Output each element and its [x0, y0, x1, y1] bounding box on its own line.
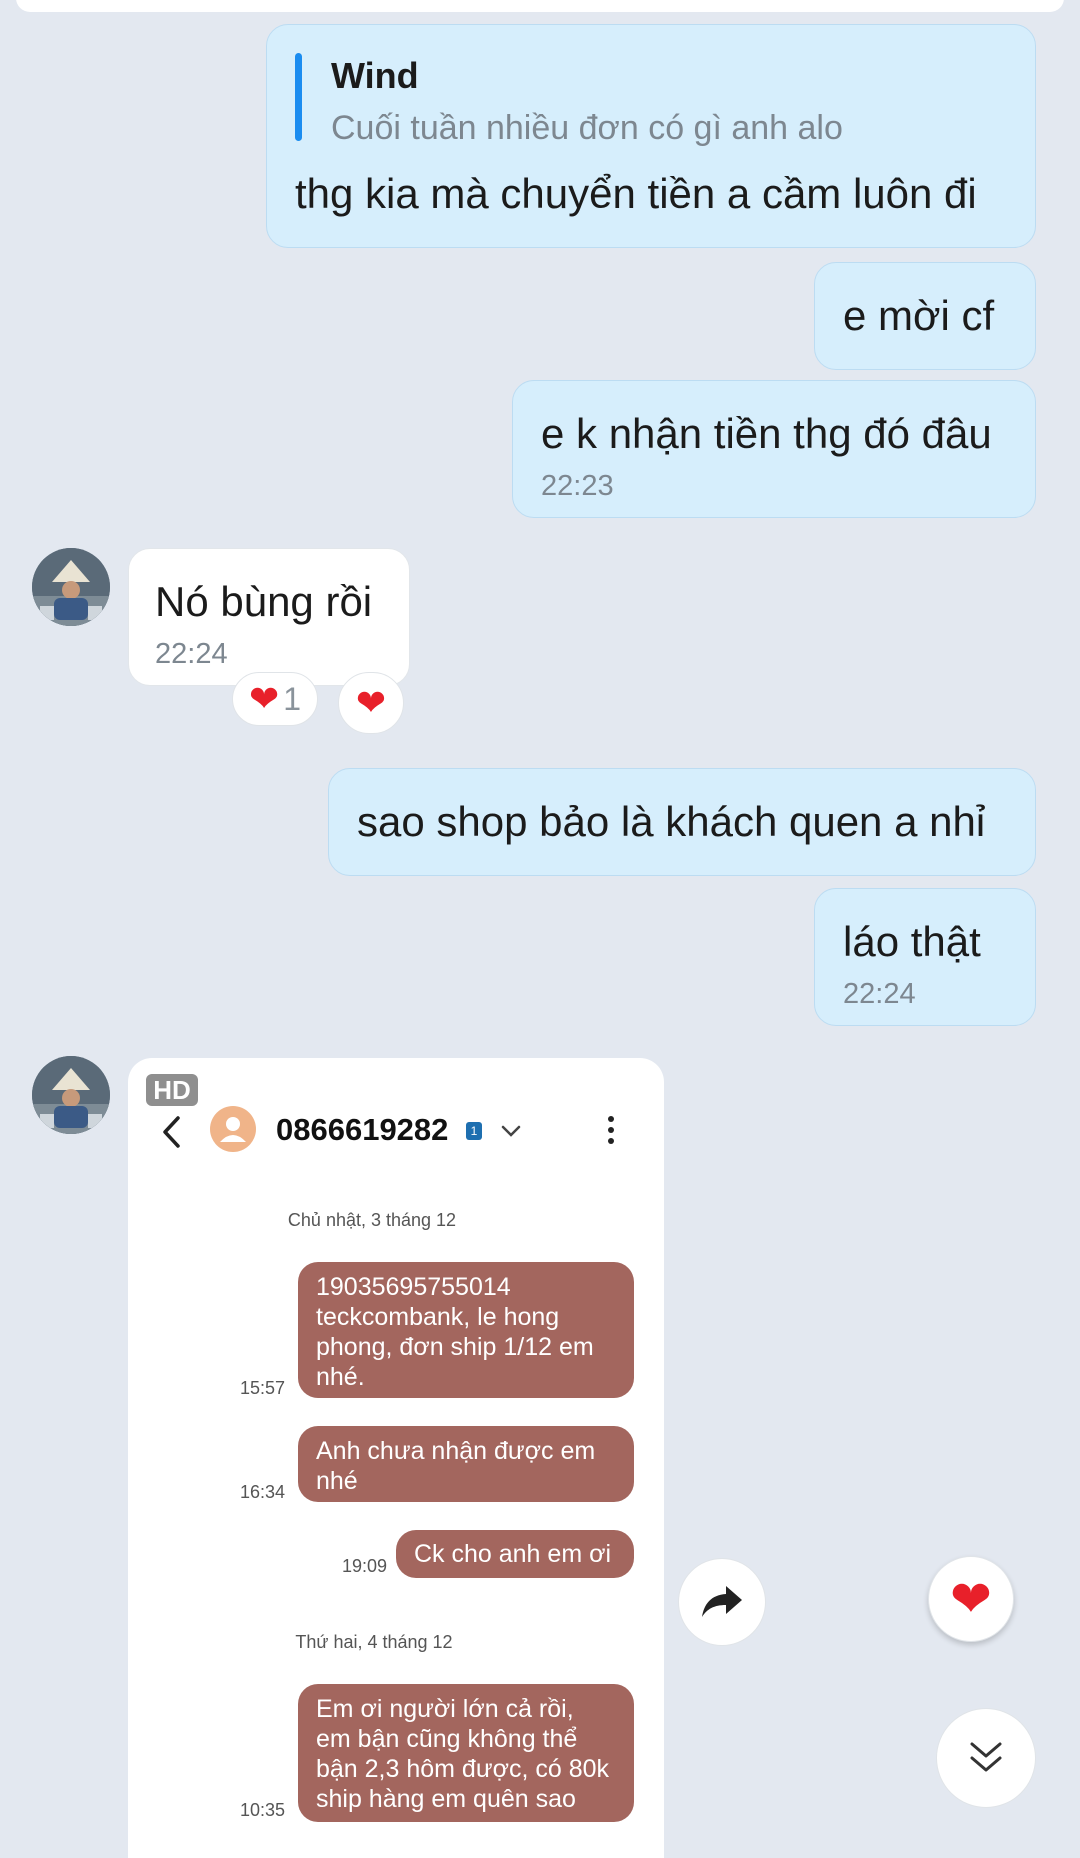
outgoing-message[interactable]: e mời cf [814, 262, 1036, 370]
message-text: thg kia mà chuyển tiền a cầm luôn đi [295, 170, 977, 217]
message-text: sao shop bảo là khách quen a nhỉ [357, 798, 986, 845]
avatar-image [32, 548, 110, 626]
forward-button[interactable] [678, 1558, 766, 1646]
message-time: 22:24 [155, 638, 228, 670]
message-text: e mời cf [843, 292, 995, 339]
quote-text: Cuối tuần nhiều đơn có gì anh alo [331, 109, 843, 147]
heart-icon: ❤ [355, 682, 387, 723]
message-time: 22:24 [843, 978, 916, 1010]
contact-icon [210, 1106, 256, 1152]
incoming-message[interactable]: Nó bùng rồi 22:24 [128, 548, 410, 686]
sms-bubble: Em ơi người lớn cả rồi, em bận cũng khôn… [298, 1684, 634, 1822]
sms-time: 16:34 [240, 1482, 286, 1502]
image-message[interactable]: HD 0866619282 1 Chủ nhật, 3 tháng 12 15:… [128, 1058, 664, 1858]
back-arrow-icon [163, 1116, 180, 1148]
heart-icon: ❤ [950, 1571, 992, 1627]
quote-sender-name: Wind [331, 55, 419, 96]
quoted-reply-bubble[interactable]: Wind Cuối tuần nhiều đơn có gì anh alo t… [266, 24, 1036, 248]
previous-message-card [16, 0, 1064, 12]
reaction-summary[interactable]: ❤ 1 [232, 672, 318, 726]
phone-number: 0866619282 [276, 1112, 449, 1147]
more-vert-icon [608, 1116, 614, 1144]
sms-time: 15:57 [240, 1378, 286, 1398]
sms-time: 19:09 [342, 1556, 388, 1576]
hd-badge: HD [146, 1074, 198, 1106]
chevron-down-icon [501, 1125, 521, 1137]
heart-icon: ❤ [249, 678, 280, 719]
message-time: 22:23 [541, 470, 614, 502]
sms-date-header: Thứ hai, 4 tháng 12 [295, 1632, 453, 1652]
outgoing-message[interactable]: láo thật 22:24 [814, 888, 1036, 1026]
outgoing-message[interactable]: e k nhận tiền thg đó đâu 22:23 [512, 380, 1036, 518]
contact-avatar[interactable] [32, 548, 110, 626]
contact-avatar[interactable] [32, 1056, 110, 1134]
sms-bubble: Anh chưa nhận được em nhé [298, 1426, 634, 1502]
reaction-count: 1 [283, 680, 301, 717]
forward-icon [702, 1586, 742, 1617]
sms-bubble: Ck cho anh em ơi [396, 1530, 634, 1578]
sms-time: 10:35 [240, 1800, 286, 1820]
react-button[interactable]: ❤ [338, 672, 404, 734]
message-text: láo thật [843, 918, 981, 965]
scroll-down-icon [970, 1742, 1002, 1772]
quote-bar [295, 53, 302, 141]
outgoing-message[interactable]: sao shop bảo là khách quen a nhỉ [328, 768, 1036, 876]
avatar-image [32, 1056, 110, 1134]
scroll-to-bottom-button[interactable] [936, 1708, 1036, 1808]
message-text: Nó bùng rồi [155, 578, 373, 625]
sim-badge: 1 [466, 1122, 482, 1140]
heart-react-button[interactable]: ❤ [928, 1556, 1014, 1642]
message-text: e k nhận tiền thg đó đâu [541, 410, 992, 457]
sms-date-header: Chủ nhật, 3 tháng 12 [287, 1210, 457, 1230]
sms-bubble: 19035695755014 teckcombank, le hong phon… [298, 1262, 634, 1398]
